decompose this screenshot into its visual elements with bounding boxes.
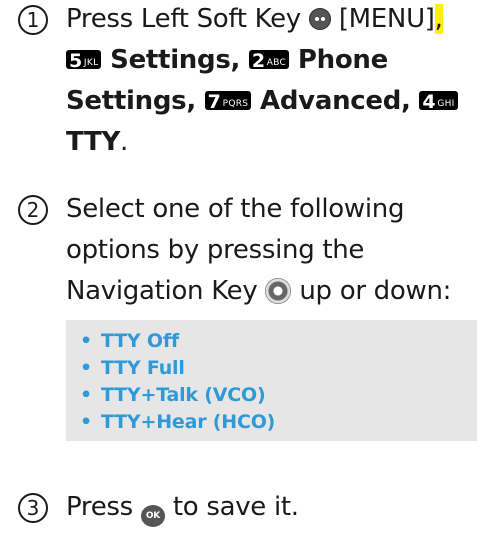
key-5-icon: 5 JKL [66,50,102,71]
advanced-label: Advanced, [260,86,411,116]
step-1-line-1: Press Left Soft Key [MENU], [66,0,476,40]
highlighted-comma: , [434,4,443,34]
step-3-text: Press OK to save it. [66,487,476,528]
ok-key-icon: OK [140,505,165,527]
option-tty-full: TTY Full [80,355,477,382]
step-2-text: Select one of the following options by p… [66,189,476,312]
step-number-3: 3 [18,493,48,523]
step-number-2: 2 [18,195,48,225]
tty-period: . [120,127,128,157]
option-tty-hear: TTY+Hear (HCO) [80,409,477,436]
key-2-icon: 2 ABC [248,50,290,71]
option-tty-off: TTY Off [80,328,477,355]
phone-label: Phone [297,45,388,75]
options-list: TTY Off TTY Full TTY+Talk (VCO) TTY+Hear… [66,320,477,436]
step-3-suffix: to save it. [172,492,299,522]
step-2-line-2: options by pressing the [66,235,365,265]
key-7-icon: 7 PQRS [204,91,252,112]
step-3-prefix: Press [66,492,133,522]
step-1-line-2: 5 JKL Settings, 2 ABC Phone [66,40,476,81]
options-panel: TTY Off TTY Full TTY+Talk (VCO) TTY+Hear… [66,320,477,441]
settings-label: Settings, [110,45,241,75]
menu-label: [MENU] [338,4,435,34]
step-1-prefix: Press Left Soft Key [66,4,301,34]
step-1-line-3: Settings, 7 PQRS Advanced, 4 GHI [66,81,476,122]
option-tty-talk: TTY+Talk (VCO) [80,382,477,409]
step-2-line-1: Select one of the following [66,194,405,224]
step-number-1: 1 [18,5,48,35]
step-1-text: Press Left Soft Key [MENU], 5 JKL Setting… [66,0,476,163]
step-2-line-3: Navigation Key up or down: [66,271,476,312]
key-4-icon: 4 GHI [419,91,458,112]
tty-label: TTY [66,127,120,157]
nav-key-suffix: up or down: [299,276,452,306]
nav-key-prefix: Navigation Key [66,276,258,306]
left-soft-key-icon [308,8,331,30]
step-1-line-4: TTY. [66,122,476,163]
navigation-key-icon [265,278,292,304]
phone-settings-label: Settings, [66,86,196,116]
